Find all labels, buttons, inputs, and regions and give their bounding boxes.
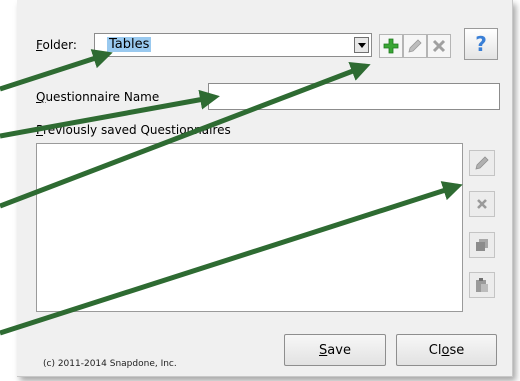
help-button[interactable]: ? (464, 28, 498, 60)
folder-value: Tables (107, 37, 152, 52)
paste-questionnaire-button[interactable] (469, 272, 495, 298)
folder-label: Folder: (36, 38, 77, 52)
copy-icon (476, 239, 488, 251)
questionnaire-name-label: Questionnaire Name (36, 90, 160, 104)
x-icon (432, 39, 446, 53)
questionnaire-dialog: Folder: Tables ? Questionnaire Name Prev… (17, 0, 513, 377)
plus-icon (383, 38, 399, 54)
delete-folder-button[interactable] (427, 34, 451, 58)
copy-questionnaire-button[interactable] (469, 232, 495, 258)
edit-questionnaire-button[interactable] (469, 150, 495, 176)
save-button[interactable]: Save (284, 334, 386, 366)
x-icon (477, 199, 487, 209)
close-button-label: Close (428, 342, 465, 358)
delete-questionnaire-button[interactable] (469, 191, 495, 217)
copyright-text: (c) 2011-2014 Snapdone, Inc. (43, 359, 177, 369)
questionnaire-name-input[interactable] (208, 83, 500, 110)
paste-icon (476, 278, 488, 292)
pencil-icon (475, 156, 489, 170)
save-button-label: Save (319, 342, 351, 358)
chevron-down-icon[interactable] (354, 37, 369, 53)
folder-combo[interactable]: Tables (94, 33, 372, 57)
close-button[interactable]: Close (396, 334, 497, 366)
pencil-icon (408, 39, 422, 53)
saved-questionnaires-label: Previously saved Questionnaires (36, 123, 231, 137)
rename-folder-button[interactable] (403, 34, 427, 58)
add-folder-button[interactable] (379, 34, 403, 58)
question-icon: ? (475, 32, 487, 56)
saved-questionnaires-list[interactable] (36, 143, 463, 312)
